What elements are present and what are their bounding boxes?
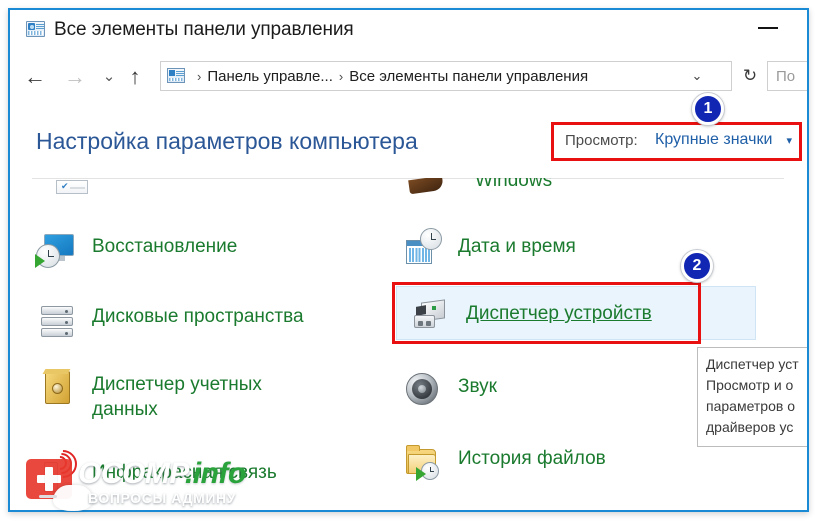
list-item-label: Диспетчер учетных данных [92,374,262,420]
list-item-device-manager[interactable]: Диспетчер устройств [410,295,740,337]
list-item-label: Восстановление [92,236,238,257]
address-dropdown-icon[interactable]: ⌄ [689,67,705,85]
minimize-icon [758,27,778,29]
control-panel-icon [26,21,45,37]
tooltip-body: Просмотр и о параметров о драйверов ус [706,377,795,435]
view-selector-value[interactable]: Крупные значки [655,131,772,149]
forward-button[interactable]: → [62,64,88,90]
date-time-icon [402,228,444,270]
list-item-label: Дисковые пространства [92,306,304,327]
tooltip: Диспетчер уст Просмотр и о параметров о … [697,347,807,447]
partial-windows-icon [408,178,444,195]
refresh-icon[interactable]: ↻ [739,65,761,87]
divider [32,178,784,179]
items-scroll-area: ✔ Windows Восстановление Дисковые простр… [10,178,807,510]
search-input[interactable]: По [767,61,807,91]
view-selector[interactable]: Просмотр: Крупные значки ▾ [551,122,802,161]
device-manager-icon [410,295,452,337]
breadcrumb-item-0[interactable]: Панель управле... [207,68,333,85]
address-control-panel-icon [167,68,185,83]
list-item-label: История файлов [458,448,606,469]
sound-icon [402,368,444,410]
minimize-button[interactable] [745,10,791,42]
navigation-bar: ← → ⌄ ↑ › Панель управле... › Все элемен… [10,50,807,100]
back-button[interactable]: ← [22,64,48,90]
breadcrumb-separator-1: › [338,68,344,84]
content-area: Настройка параметров компьютера Просмотр… [10,100,807,510]
list-item-label: Диспетчер устройств [466,303,652,324]
list-item-label: Дата и время [458,236,576,257]
view-selector-label: Просмотр: [565,132,638,149]
list-item-sound[interactable]: Звук [402,368,702,410]
chevron-down-icon[interactable]: ▾ [786,134,792,147]
storage-spaces-icon [36,298,78,340]
list-item-credential-manager[interactable]: Диспетчер учетных данных [36,366,366,422]
partial-item-icon: ✔ [56,180,88,194]
list-item-file-history[interactable]: История файлов [402,440,702,482]
breadcrumb-separator-0: › [197,68,202,84]
list-item-label: Инфракрасная связь [92,462,277,483]
list-item-infrared[interactable]: Инфракрасная связь [36,444,376,496]
up-button[interactable]: ↑ [122,64,148,90]
search-placeholder: По [776,68,796,85]
tooltip-title: Диспетчер уст [706,356,799,372]
list-item-recovery[interactable]: Восстановление [35,228,366,270]
breadcrumb-item-1[interactable]: Все элементы панели управления [349,68,588,85]
annotation-badge-1: 1 [692,93,724,125]
window-title: Все элементы панели управления [54,19,354,40]
file-history-icon [402,440,444,482]
page-title: Настройка параметров компьютера [36,128,418,154]
recovery-icon [35,228,78,270]
recent-locations-button[interactable]: ⌄ [96,64,122,90]
list-item-storage-spaces[interactable]: Дисковые пространства [36,298,376,340]
breadcrumb: › Панель управле... › Все элементы панел… [191,62,588,90]
credential-manager-icon [36,366,78,408]
partial-item-label-windows: Windows [475,178,553,191]
annotation-badge-2: 2 [681,250,713,282]
infrared-icon [36,444,83,496]
address-bar[interactable]: › Панель управле... › Все элементы панел… [160,61,732,91]
list-item-label: Звук [458,376,497,397]
title-bar: Все элементы панели управления [10,10,807,50]
